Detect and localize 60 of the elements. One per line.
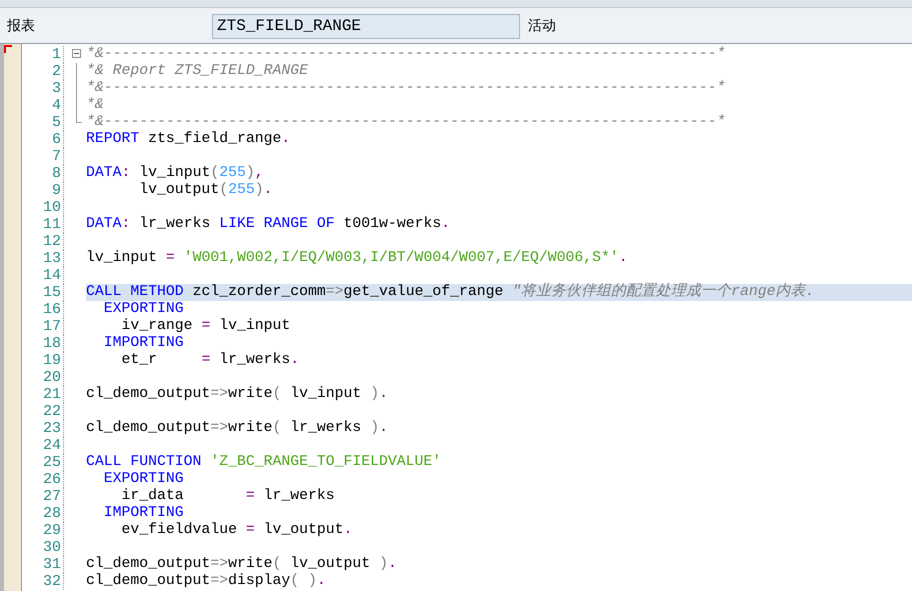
code-line: IMPORTING xyxy=(102,505,185,522)
code-line: REPORT zts_field_range. xyxy=(86,131,292,148)
line-number: 26 xyxy=(42,471,61,488)
line-number: 5 xyxy=(50,114,61,131)
line-number: 24 xyxy=(42,437,61,454)
code-comment: *&---------------------------------------------------------------------* xyxy=(86,80,726,97)
line-number: 16 xyxy=(42,301,61,318)
line-number: 23 xyxy=(42,420,61,437)
code-line: cl_demo_output=>write( lv_output ). xyxy=(86,556,398,573)
line-number: 4 xyxy=(50,97,61,114)
line-number: 25 xyxy=(42,454,61,471)
line-number: 7 xyxy=(50,148,61,165)
code-line: ev_fieldvalue = lv_output. xyxy=(120,522,354,539)
code-comment: *&---------------------------------------------------------------------* xyxy=(86,114,726,131)
line-number: 31 xyxy=(42,556,61,573)
code-line: ir_data = lr_werks xyxy=(120,488,336,505)
line-number: 11 xyxy=(42,216,61,233)
line-number: 14 xyxy=(42,267,61,284)
error-marker-icon xyxy=(4,45,12,53)
code-line: iv_range = lv_input xyxy=(120,318,292,335)
collapse-icon[interactable] xyxy=(72,49,81,58)
line-number: 22 xyxy=(42,403,61,420)
line-number: 8 xyxy=(50,165,61,182)
program-type-label: 报表 xyxy=(6,17,36,35)
code-comment: *& xyxy=(86,97,105,114)
line-number: 9 xyxy=(50,182,61,199)
line-number: 12 xyxy=(42,233,61,250)
line-number: 2 xyxy=(50,63,61,80)
code-line: EXPORTING xyxy=(102,301,185,318)
line-number: 30 xyxy=(42,539,61,556)
program-name-field[interactable]: ZTS_FIELD_RANGE xyxy=(212,14,520,38)
code-line: DATA: lr_werks LIKE RANGE OF t001w-werks. xyxy=(86,216,452,233)
line-number: 20 xyxy=(42,369,61,386)
line-number: 29 xyxy=(42,522,61,539)
code-comment: *&---------------------------------------------------------------------* xyxy=(86,46,726,63)
code-line: cl_demo_output=>write( lr_werks ). xyxy=(86,420,389,437)
code-line: EXPORTING xyxy=(102,471,185,488)
code-line: lv_output(255). xyxy=(138,182,274,199)
code-line: CALL FUNCTION 'Z_BC_RANGE_TO_FIELDVALUE' xyxy=(86,454,442,471)
code-line: lv_input = 'W001,W002,I/EQ/W003,I/BT/W004/W007,E/EQ/W006,S*'. xyxy=(86,250,629,267)
line-number: 27 xyxy=(42,488,61,505)
line-number: 10 xyxy=(42,199,61,216)
line-number: 1 xyxy=(50,46,61,63)
code-line: DATA: lv_input(255), xyxy=(86,165,265,182)
line-number: 19 xyxy=(42,352,61,369)
line-number: 17 xyxy=(42,318,61,335)
code-comment: *& Report ZTS_FIELD_RANGE xyxy=(86,63,309,80)
line-number: 32 xyxy=(42,573,61,590)
line-number: 28 xyxy=(42,505,61,522)
line-number: 18 xyxy=(42,335,61,352)
code-line: et_r = lr_werks. xyxy=(120,352,300,369)
status-label: 活动 xyxy=(528,17,556,35)
line-number: 3 xyxy=(50,80,61,97)
line-number: 13 xyxy=(42,250,61,267)
line-number: 21 xyxy=(42,386,61,403)
code-line: IMPORTING xyxy=(102,335,185,352)
line-number: 6 xyxy=(50,131,61,148)
code-line: cl_demo_output=>write( lv_input ). xyxy=(86,386,389,403)
code-line: cl_demo_output=>display( ). xyxy=(86,573,327,590)
line-number: 15 xyxy=(42,284,61,301)
